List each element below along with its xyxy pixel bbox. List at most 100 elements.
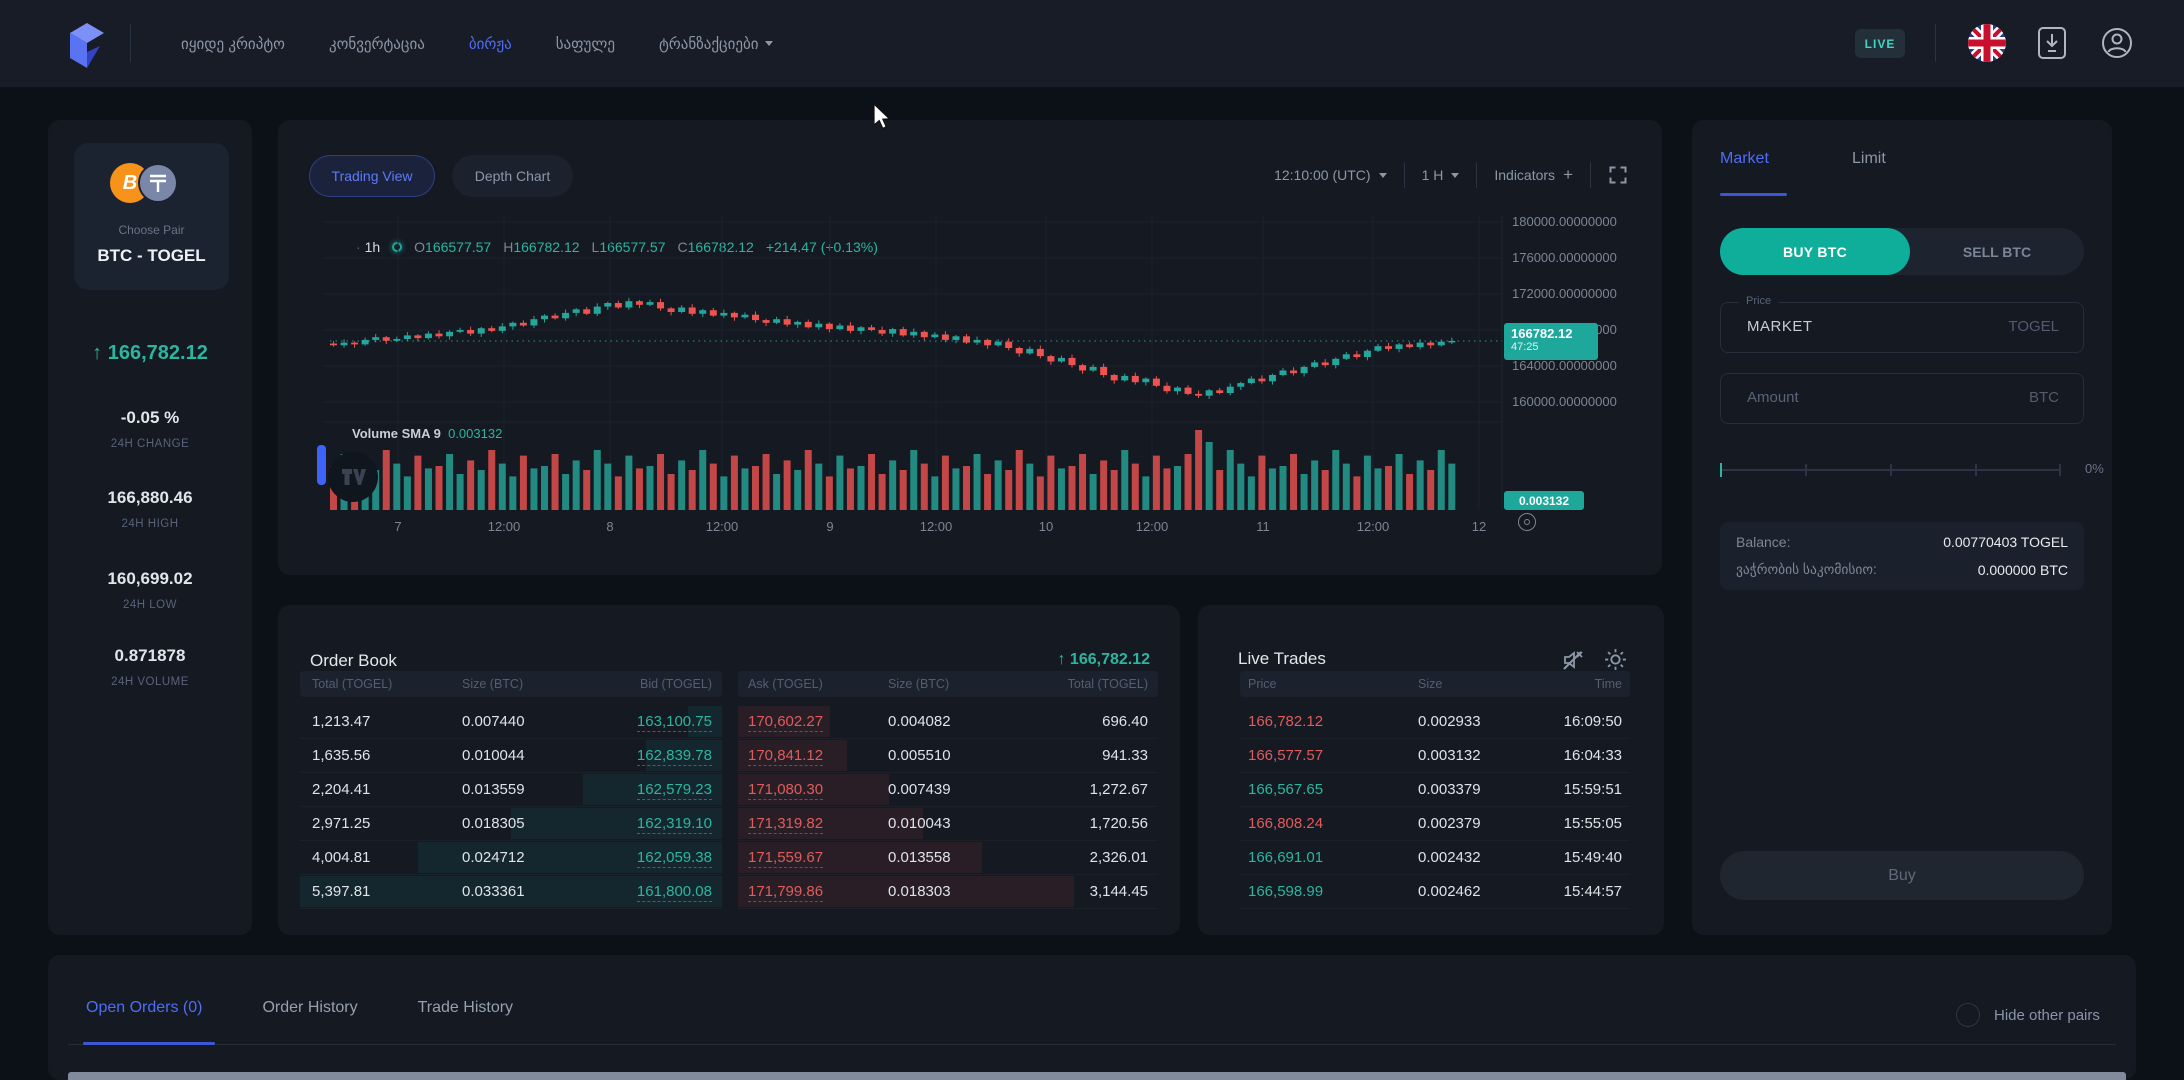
up-arrow-icon: ↑ bbox=[1057, 651, 1065, 668]
slider-tick[interactable] bbox=[1805, 464, 1807, 476]
chart-scroll-handle[interactable] bbox=[317, 445, 326, 485]
time-axis-label: 12:00 bbox=[1357, 519, 1390, 534]
buy-btc-button[interactable]: BUY BTC bbox=[1720, 228, 1910, 275]
radio-circle-icon[interactable] bbox=[1956, 1003, 1980, 1027]
pair-name: BTC - TOGEL bbox=[74, 246, 229, 266]
stat-24h-high-value: 166,880.46 bbox=[48, 488, 252, 508]
ask-row[interactable]: 171,559.670.0135582,326.01 bbox=[738, 841, 1158, 875]
download-app-icon[interactable] bbox=[2037, 26, 2067, 65]
trade-row: 166,782.120.00293316:09:50 bbox=[1240, 705, 1630, 739]
stat-24h-low-label: 24H LOW bbox=[48, 599, 252, 611]
up-arrow-icon: ↑ bbox=[92, 342, 102, 364]
user-profile-icon[interactable] bbox=[2100, 26, 2134, 65]
tab-open-orders[interactable]: Open Orders (0) bbox=[86, 999, 202, 1017]
active-tab-underline bbox=[83, 1042, 215, 1045]
time-axis-label: 12:00 bbox=[1136, 519, 1169, 534]
last-price: ↑ 166,782.12 bbox=[48, 342, 252, 365]
time-axis-label: 8 bbox=[606, 519, 613, 534]
balance-label: Balance: bbox=[1736, 534, 1790, 550]
order-book-panel: Order Book ↑ 166,782.12 Total (TOGEL) Si… bbox=[278, 605, 1180, 935]
ask-row[interactable]: 171,799.860.0183033,144.45 bbox=[738, 875, 1158, 909]
app-root: იყიდე კრიპტო კონვერტაცია ბირჟა საფულე ტრ… bbox=[0, 0, 2184, 1080]
bid-row[interactable]: 1,213.470.007440163,100.75 bbox=[300, 705, 722, 739]
time-axis-label: 7 bbox=[394, 519, 401, 534]
ask-row[interactable]: 170,602.270.004082696.40 bbox=[738, 705, 1158, 739]
bid-row[interactable]: 5,397.810.033361161,800.08 bbox=[300, 875, 722, 909]
stat-24h-change-label: 24H CHANGE bbox=[48, 438, 252, 450]
choose-pair-card[interactable]: B Choose Pair BTC - TOGEL bbox=[74, 143, 229, 290]
trade-price: 166,782.12 bbox=[1248, 713, 1418, 730]
time-axis-label: 11 bbox=[1256, 519, 1270, 534]
ask-row[interactable]: 170,841.120.005510941.33 bbox=[738, 739, 1158, 773]
order-book-title: Order Book bbox=[310, 651, 397, 671]
stat-24h-change-value: -0.05 % bbox=[48, 408, 252, 428]
trades-column-headers: Price Size Time bbox=[1240, 671, 1630, 697]
ask-column-headers: Ask (TOGEL) Size (BTC) Total (TOGEL) bbox=[738, 671, 1158, 697]
bid-column-headers: Total (TOGEL) Size (BTC) Bid (TOGEL) bbox=[300, 671, 722, 697]
trade-row: 166,808.240.00237915:55:05 bbox=[1240, 807, 1630, 841]
slider-tick[interactable] bbox=[1975, 464, 1977, 476]
bid-row[interactable]: 2,204.410.013559162,579.23 bbox=[300, 773, 722, 807]
price-axis-label: 160000.00000000 bbox=[1512, 394, 1617, 409]
asks-table: 170,602.270.004082696.40 170,841.120.005… bbox=[738, 705, 1158, 909]
chart-panel: Trading View Depth Chart 12:10:00 (UTC) … bbox=[278, 120, 1662, 575]
time-axis-label: 12:00 bbox=[488, 519, 521, 534]
nav-item-buy-crypto[interactable]: იყიდე კრიპტო bbox=[181, 35, 285, 53]
trade-price: 166,808.24 bbox=[1248, 815, 1418, 832]
price-axis-label: 172000.00000000 bbox=[1512, 286, 1617, 301]
ask-row[interactable]: 171,319.820.0100431,720.56 bbox=[738, 807, 1158, 841]
live-trades-title: Live Trades bbox=[1238, 649, 1326, 669]
ask-row[interactable]: 171,080.300.0074391,272.67 bbox=[738, 773, 1158, 807]
tab-market[interactable]: Market bbox=[1720, 150, 1769, 168]
slider-tick[interactable] bbox=[1720, 463, 1722, 477]
choose-pair-label: Choose Pair bbox=[74, 223, 229, 237]
volume-indicator-label: Volume SMA 9 0.003132 bbox=[352, 426, 502, 441]
amount-field[interactable]: Amount BTC bbox=[1720, 373, 2084, 424]
chevron-down-icon bbox=[765, 41, 773, 46]
time-axis-label: 12:00 bbox=[706, 519, 739, 534]
time-axis-label: 9 bbox=[826, 519, 833, 534]
orders-history-panel: Open Orders (0) Order History Trade Hist… bbox=[48, 955, 2136, 1080]
buy-submit-button[interactable]: Buy bbox=[1720, 851, 2084, 900]
tab-limit[interactable]: Limit bbox=[1852, 150, 1886, 168]
tab-trade-history[interactable]: Trade History bbox=[418, 999, 513, 1017]
brand-logo-icon[interactable] bbox=[60, 18, 106, 75]
stat-24h-low-value: 160,699.02 bbox=[48, 569, 252, 589]
stat-24h-volume-value: 0.871878 bbox=[48, 646, 252, 666]
price-axis-label: 176000.00000000 bbox=[1512, 250, 1617, 265]
top-navbar: იყიდე კრიპტო კონვერტაცია ბირჟა საფულე ტრ… bbox=[0, 0, 2184, 87]
nav-item-exchange[interactable]: ბირჟა bbox=[469, 35, 512, 53]
slider-tick[interactable] bbox=[1890, 464, 1892, 476]
bid-row[interactable]: 4,004.810.024712162,059.38 bbox=[300, 841, 722, 875]
nav-item-wallet[interactable]: საფულე bbox=[556, 35, 615, 53]
mute-sound-icon[interactable] bbox=[1561, 648, 1585, 672]
tab-order-history[interactable]: Order History bbox=[262, 999, 357, 1017]
bid-row[interactable]: 2,971.250.018305162,319.10 bbox=[300, 807, 722, 841]
nav-item-convert[interactable]: კონვერტაცია bbox=[329, 35, 425, 53]
volume-axis-badge: 0.003132 bbox=[1504, 491, 1584, 510]
slider-tick[interactable] bbox=[2059, 464, 2061, 476]
market-sidebar: B Choose Pair BTC - TOGEL ↑ 166,782.12 -… bbox=[48, 120, 252, 935]
trade-row: 166,567.650.00337915:59:51 bbox=[1240, 773, 1630, 807]
price-field[interactable]: Price MARKET TOGEL bbox=[1720, 302, 2084, 353]
live-status-badge: LIVE bbox=[1855, 29, 1905, 58]
nav-item-transactions[interactable]: ტრანზაქციები bbox=[659, 35, 774, 53]
live-trades-panel: Live Trades Price Size Time 166,782.120.… bbox=[1198, 605, 1664, 935]
fee-label: ვაჭრობის საკომისიო: bbox=[1736, 562, 1877, 578]
price-axis-label: 164000.00000000 bbox=[1512, 358, 1617, 373]
trade-price: 166,691.01 bbox=[1248, 849, 1418, 866]
price-axis-label: 180000.00000000 bbox=[1512, 214, 1617, 229]
nav-divider bbox=[1935, 24, 1936, 62]
amount-percent-slider[interactable] bbox=[1720, 469, 2060, 471]
nav-divider bbox=[130, 24, 131, 62]
active-tab-underline bbox=[1720, 193, 1787, 196]
trades-table: 166,782.120.00293316:09:50 166,577.570.0… bbox=[1240, 705, 1630, 909]
hide-other-pairs-toggle[interactable]: Hide other pairs bbox=[1956, 1003, 2100, 1027]
language-flag-uk-icon[interactable] bbox=[1968, 24, 2006, 62]
trade-price: 166,567.65 bbox=[1248, 781, 1418, 798]
bid-row[interactable]: 1,635.560.010044162,839.78 bbox=[300, 739, 722, 773]
trades-settings-gear-icon[interactable] bbox=[1603, 647, 1628, 672]
order-book-mid-price: ↑ 166,782.12 bbox=[1057, 651, 1150, 669]
axis-settings-icon[interactable] bbox=[1518, 513, 1536, 531]
sell-btc-button[interactable]: SELL BTC bbox=[1910, 228, 2084, 275]
